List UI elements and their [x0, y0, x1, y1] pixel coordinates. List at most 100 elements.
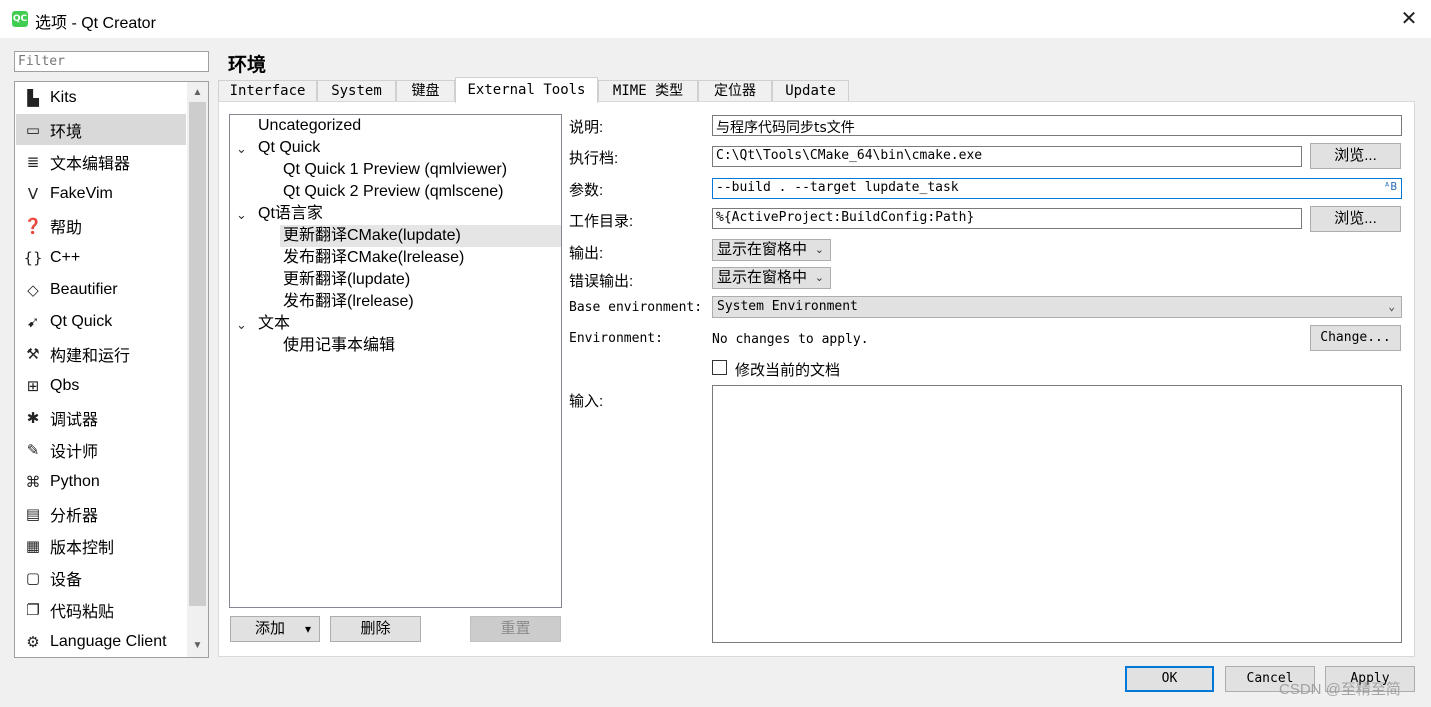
output-select[interactable]: 显示在窗格中 ⌄ — [712, 239, 831, 261]
sidebar-item-label: Beautifier — [50, 280, 118, 298]
sidebar-item[interactable]: ➹ Qt Quick — [16, 306, 186, 337]
environment-value: No changes to apply. — [712, 332, 869, 347]
scrollbar-thumb[interactable] — [189, 102, 206, 606]
diamond-icon: ◇ — [27, 280, 39, 299]
arguments-field[interactable]: --build . --target lupdate_task ᴬB — [712, 178, 1402, 199]
error-output-select[interactable]: 显示在窗格中 ⌄ — [712, 267, 831, 289]
sidebar-item-label: 调试器 — [50, 411, 99, 429]
sidebar-item[interactable]: ◇ Beautifier — [16, 274, 186, 305]
version-control-icon: ▦ — [25, 536, 41, 555]
browse-working-dir-button[interactable]: 浏览... — [1310, 206, 1401, 232]
device-icon: ▢ — [25, 568, 41, 587]
modify-document-checkbox[interactable] — [712, 360, 727, 375]
sidebar-item[interactable]: ⚙ Language Client — [16, 626, 186, 657]
kits-icon: ▙ — [27, 88, 39, 107]
tree-item[interactable]: Qt Quick 1 Preview (qmlviewer) — [283, 159, 507, 181]
sidebar-item[interactable]: {} C++ — [16, 242, 186, 273]
sidebar-item-label: 设计师 — [50, 443, 99, 461]
ok-button[interactable]: OK — [1125, 666, 1214, 692]
sidebar-item-label: 版本控制 — [50, 539, 115, 557]
sidebar-item[interactable]: V FakeVim — [16, 178, 186, 209]
output-label: 输出: — [569, 245, 604, 262]
input-textarea[interactable] — [712, 385, 1402, 643]
category-sidebar: ▙ Kits ▭ 环境 ≣ 文本编辑器 V FakeVim ❓ 帮助 {} C++ ◇ Beautifie… — [14, 81, 209, 658]
sidebar-item[interactable]: ▙ Kits — [16, 82, 186, 113]
environment-label: Environment: — [569, 331, 663, 346]
text-editor-icon: ≣ — [26, 152, 40, 171]
chevron-down-icon[interactable]: ⌄ — [236, 317, 247, 333]
working-dir-label: 工作目录: — [569, 213, 634, 230]
change-environment-button[interactable]: Change... — [1310, 325, 1401, 351]
output-select-value: 显示在窗格中 — [717, 241, 808, 258]
chevron-down-icon[interactable]: ⌄ — [236, 141, 247, 157]
chevron-down-icon: ⌄ — [814, 244, 824, 256]
sidebar-item[interactable]: ▢ 设备 — [16, 562, 186, 593]
variable-chooser-icon[interactable]: ᴬB — [1384, 180, 1397, 193]
sidebar-item-label: Qt Quick — [50, 312, 113, 330]
tree-item[interactable]: 发布翻译CMake(lrelease) — [283, 247, 464, 269]
sidebar-item[interactable]: ✱ 调试器 — [16, 402, 186, 433]
sidebar-scrollbar[interactable]: ▲ ▼ — [187, 82, 208, 657]
close-icon[interactable]: ✕ — [1396, 6, 1422, 32]
executable-field[interactable]: C:\Qt\Tools\CMake_64\bin\cmake.exe — [712, 146, 1302, 167]
paste-icon: ❐ — [26, 600, 40, 619]
reset-button[interactable]: 重置 — [470, 616, 561, 642]
sidebar-item[interactable]: ▦ 版本控制 — [16, 530, 186, 561]
sidebar-item-label: 代码粘贴 — [50, 603, 115, 621]
tab-keyboard[interactable]: 键盘 — [396, 80, 455, 102]
sidebar-item[interactable]: ▭ 环境 — [16, 114, 186, 145]
sidebar-item-label: Language Client — [50, 632, 167, 650]
tree-group[interactable]: Qt Quick — [258, 137, 320, 159]
tree-item-selected[interactable]: 更新翻译CMake(lupdate) — [280, 225, 561, 247]
tab-external-tools[interactable]: External Tools — [455, 77, 598, 103]
sidebar-item[interactable]: ⌘ Python — [16, 466, 186, 497]
tree-item[interactable]: 使用记事本编辑 — [283, 335, 395, 357]
sidebar-item-label: Qbs — [50, 376, 80, 394]
tree-group[interactable]: 文本 — [258, 313, 290, 335]
sidebar-item[interactable]: ⊞ Qbs — [16, 370, 186, 401]
tab-update[interactable]: Update — [772, 80, 849, 102]
base-environment-select[interactable]: System Environment ⌄ — [712, 296, 1402, 318]
sidebar-item-label: 环境 — [50, 123, 83, 141]
cpp-icon: {} — [23, 248, 43, 267]
qt-quick-icon: ➹ — [26, 312, 40, 331]
fakevim-icon: V — [27, 184, 39, 203]
chevron-down-icon[interactable]: ⌄ — [236, 207, 247, 223]
remove-button[interactable]: 删除 — [330, 616, 421, 642]
sidebar-item[interactable]: ✎ 设计师 — [16, 434, 186, 465]
tree-item[interactable]: Qt Quick 2 Preview (qmlscene) — [283, 181, 504, 203]
sidebar-item-label: 构建和运行 — [50, 347, 131, 365]
python-icon: ⌘ — [25, 472, 41, 491]
sidebar-item[interactable]: ❐ 代码粘贴 — [16, 594, 186, 625]
tab-locator[interactable]: 定位器 — [698, 80, 772, 102]
tab-system[interactable]: System — [317, 80, 396, 102]
sidebar-item-label: FakeVim — [50, 184, 113, 202]
tools-tree: Uncategorized ⌄ Qt Quick Qt Quick 1 Prev… — [229, 114, 562, 608]
description-field[interactable]: 与程序代码同步ts文件 — [712, 115, 1402, 136]
sidebar-item[interactable]: ≣ 文本编辑器 — [16, 146, 186, 177]
sidebar-item[interactable]: ⚒ 构建和运行 — [16, 338, 186, 369]
base-environment-value: System Environment — [717, 299, 858, 314]
tab-interface[interactable]: Interface — [218, 80, 317, 102]
sidebar-item-label: Kits — [50, 88, 77, 106]
tab-mime-types[interactable]: MIME 类型 — [598, 80, 698, 102]
sidebar-item-label: C++ — [50, 248, 81, 266]
sidebar-item-label: 设备 — [50, 571, 83, 589]
sidebar-item[interactable]: ▤ 分析器 — [16, 498, 186, 529]
description-label: 说明: — [569, 119, 604, 136]
watermark-text: CSDN @至精至简 — [1279, 681, 1401, 698]
scroll-down-icon[interactable]: ▼ — [187, 637, 208, 655]
sidebar-item-label: 分析器 — [50, 507, 99, 525]
tree-item[interactable]: Uncategorized — [258, 115, 361, 137]
tree-item[interactable]: 更新翻译(lupdate) — [283, 269, 410, 291]
sidebar-item[interactable]: ❓ 帮助 — [16, 210, 186, 241]
tree-item[interactable]: 发布翻译(lrelease) — [283, 291, 414, 313]
tree-group[interactable]: Qt语言家 — [258, 203, 323, 225]
scroll-up-icon[interactable]: ▲ — [187, 84, 208, 102]
filter-input[interactable] — [14, 51, 209, 72]
working-dir-field[interactable]: %{ActiveProject:BuildConfig:Path} — [712, 208, 1302, 229]
dropdown-arrow-icon: ▾ — [305, 622, 312, 636]
add-button[interactable]: 添加 ▾ — [230, 616, 320, 642]
hammer-icon: ⚒ — [26, 344, 40, 363]
browse-executable-button[interactable]: 浏览... — [1310, 143, 1401, 169]
